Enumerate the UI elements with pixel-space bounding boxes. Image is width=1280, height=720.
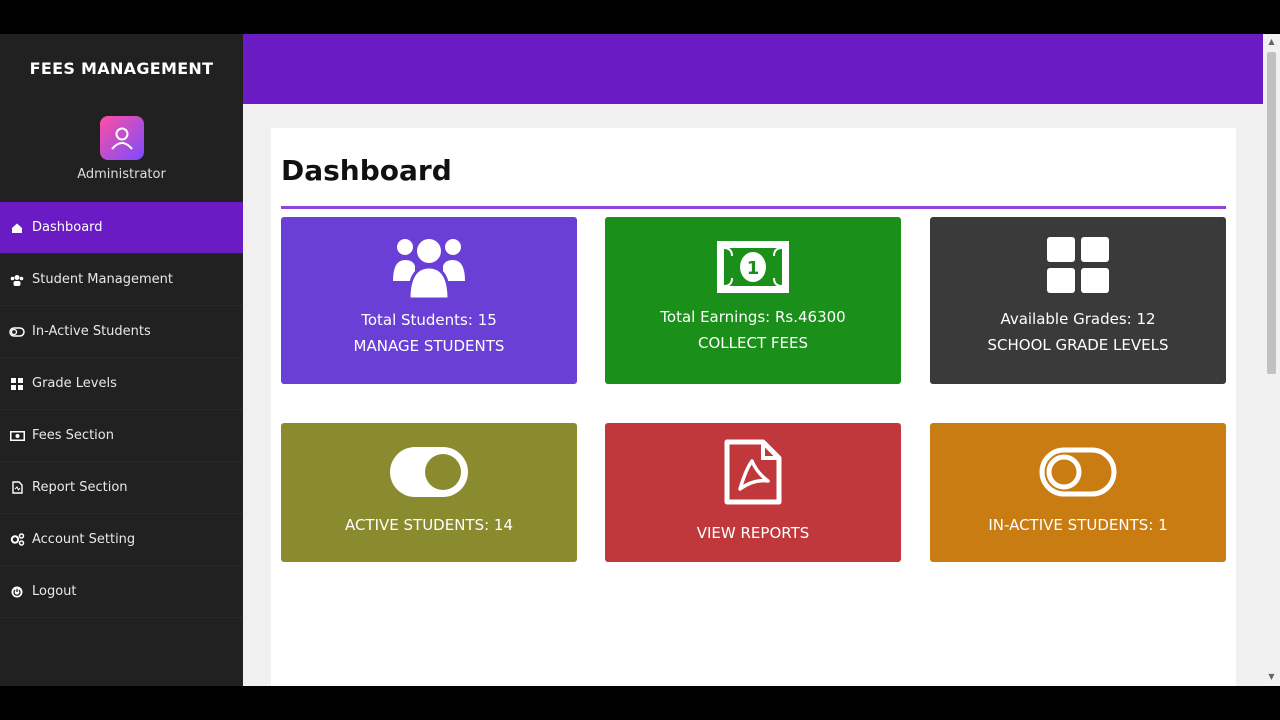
scrollbar[interactable]: ▲ ▼ xyxy=(1263,34,1280,686)
sidebar-item-label: Account Setting xyxy=(32,532,136,547)
tile-stat-text: Total Students: 15 xyxy=(361,311,497,329)
gears-icon xyxy=(9,532,25,548)
brand-title: FEES MANAGEMENT xyxy=(29,58,214,78)
sidebar-item-logout[interactable]: Logout xyxy=(0,566,243,618)
svg-text:1: 1 xyxy=(747,258,760,279)
power-icon xyxy=(9,584,25,600)
tile-action-text: COLLECT FEES xyxy=(698,334,808,352)
title-divider xyxy=(281,206,1226,209)
tile-action-text: SCHOOL GRADE LEVELS xyxy=(987,336,1169,354)
users-icon xyxy=(391,233,467,301)
users-icon xyxy=(9,272,25,288)
sidebar-item-label: Logout xyxy=(32,584,77,599)
home-icon xyxy=(9,220,25,236)
sidebar-item-label: In-Active Students xyxy=(32,324,151,339)
sidebar-item-student-management[interactable]: Student Management xyxy=(0,254,243,306)
scroll-down-icon[interactable]: ▼ xyxy=(1267,672,1276,682)
tile-stat-text: VIEW REPORTS xyxy=(696,524,810,542)
sidebar: FEES MANAGEMENT Administrator Dashboard … xyxy=(0,34,243,686)
tile-view-reports[interactable]: VIEW REPORTS xyxy=(605,423,901,562)
sidebar-item-grade-levels[interactable]: Grade Levels xyxy=(0,358,243,410)
money-bill-icon: 1 xyxy=(717,241,789,293)
top-header-bar xyxy=(243,34,1263,104)
toggle-off-icon xyxy=(1039,447,1117,497)
money-icon xyxy=(9,428,25,444)
avatar-icon xyxy=(99,116,144,160)
tile-stat-text: Total Earnings: Rs.46300 xyxy=(660,308,846,326)
sidebar-item-fees-section[interactable]: Fees Section xyxy=(0,410,243,462)
tile-active-students[interactable]: ACTIVE STUDENTS: 14 xyxy=(281,423,577,562)
sidebar-item-report-section[interactable]: Report Section xyxy=(0,462,243,514)
tile-stat-text: IN-ACTIVE STUDENTS: 1 xyxy=(988,516,1168,534)
toggle-off-icon xyxy=(9,324,25,340)
user-role: Administrator xyxy=(77,167,166,182)
dashboard-panel: Dashboard Total Students: 15 MANAGE STUD… xyxy=(271,128,1236,686)
sidebar-item-dashboard[interactable]: Dashboard xyxy=(0,202,243,254)
scroll-thumb[interactable] xyxy=(1267,52,1276,374)
sidebar-item-label: Grade Levels xyxy=(32,376,117,391)
file-icon xyxy=(9,480,25,496)
grid-icon xyxy=(9,376,25,392)
sidebar-item-account-setting[interactable]: Account Setting xyxy=(0,514,243,566)
app-window: FEES MANAGEMENT Administrator Dashboard … xyxy=(0,34,1280,686)
tile-stat-text: Available Grades: 12 xyxy=(1000,310,1156,328)
sidebar-item-inactive-students[interactable]: In-Active Students xyxy=(0,306,243,358)
tile-inactive-students[interactable]: IN-ACTIVE STUDENTS: 1 xyxy=(930,423,1226,562)
tile-collect-fees[interactable]: 1 Total Earnings: Rs.46300 COLLECT FEES xyxy=(605,217,901,384)
tile-manage-students[interactable]: Total Students: 15 MANAGE STUDENTS xyxy=(281,217,577,384)
profile: Administrator xyxy=(0,102,243,202)
sidebar-item-label: Report Section xyxy=(32,480,128,495)
toggle-on-icon xyxy=(390,447,468,497)
tile-grade-levels[interactable]: Available Grades: 12 SCHOOL GRADE LEVELS xyxy=(930,217,1226,384)
sidebar-item-label: Student Management xyxy=(32,272,173,287)
tile-stat-text: ACTIVE STUDENTS: 14 xyxy=(344,516,514,534)
pdf-file-icon xyxy=(724,439,782,505)
tile-action-text: MANAGE STUDENTS xyxy=(353,337,505,355)
page-title: Dashboard xyxy=(281,154,452,187)
grid-icon xyxy=(1047,237,1109,293)
sidebar-item-label: Dashboard xyxy=(32,220,103,235)
sidebar-item-label: Fees Section xyxy=(32,428,114,443)
scroll-up-icon[interactable]: ▲ xyxy=(1267,37,1276,47)
